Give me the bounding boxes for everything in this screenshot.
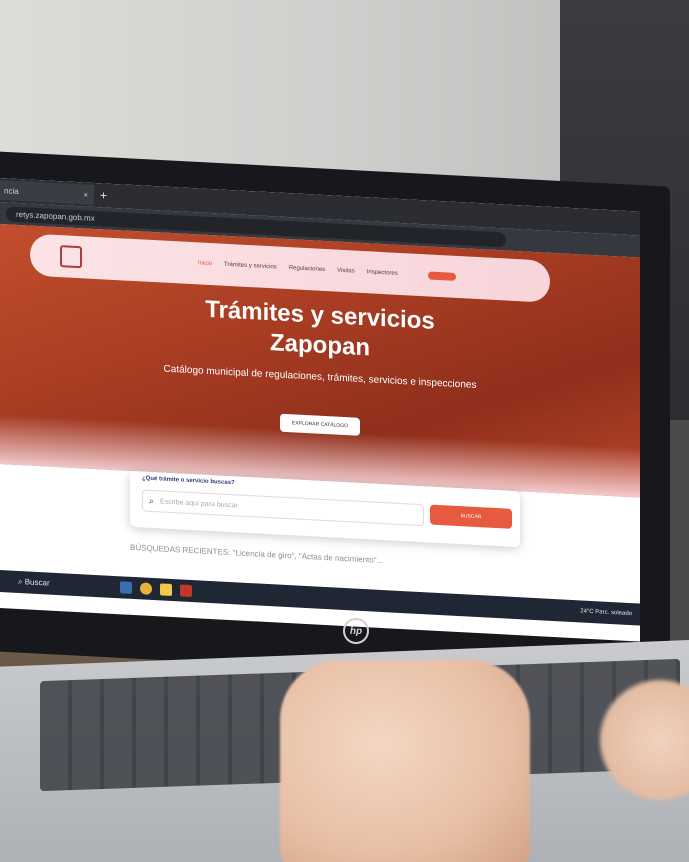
search-icon: ⌕ [149,495,155,506]
acrobat-icon[interactable] [179,584,192,598]
search-question: ¿Qué trámite o servicio buscas? [142,475,235,487]
search-button[interactable]: BUSCAR [430,504,512,529]
page-subtitle: Catálogo municipal de regulaciones, trám… [163,363,477,391]
search-placeholder: Escribe aquí para buscar [160,497,238,509]
web-page: Inicio Trámites y servicios Regulaciones… [0,224,640,618]
nav-links: Inicio Trámites y servicios Regulaciones… [198,260,398,276]
hp-logo: hp [343,618,369,644]
chrome-icon[interactable] [139,582,152,595]
page-title: Trámites y servicios Zapopan [0,284,640,378]
nav-link-regulaciones[interactable]: Regulaciones [289,265,325,273]
browser-tab[interactable]: ncia × [0,180,94,205]
nav-link-inicio[interactable]: Inicio [198,260,212,267]
laptop-screen: ncia × + retys.zapopan.gob.mx Inicio Trá… [0,178,640,642]
zapopan-logo-icon[interactable] [60,245,82,269]
nav-link-visitas[interactable]: Visitas [337,268,355,275]
taskbar-search-label: Buscar [24,577,50,588]
recent-searches: BÚSQUEDAS RECIENTES: "Licencia de giro",… [130,542,384,566]
tab-title: ncia [4,185,19,196]
close-icon[interactable]: × [77,190,94,200]
photo-scene: ncia × + retys.zapopan.gob.mx Inicio Trá… [0,0,689,862]
search-input[interactable]: ⌕ Escribe aquí para buscar [142,489,424,527]
explore-catalog-button[interactable]: EXPLORAR CATÁLOGO [280,413,361,436]
sticky-notes-icon[interactable] [159,583,172,596]
nav-link-tramites[interactable]: Trámites y servicios [224,262,277,271]
photoshop-icon[interactable] [119,581,132,594]
logo-text [88,258,138,261]
search-icon: ⌕ [18,576,23,587]
new-tab-icon[interactable]: + [100,188,107,202]
hand [280,660,530,862]
taskbar-search[interactable]: ⌕ Buscar [18,577,50,589]
taskbar-apps [119,581,192,598]
nav-cta-button[interactable] [427,271,456,281]
nav-link-inspectores[interactable]: Inspectores [367,269,398,277]
weather-widget[interactable]: 24°C Parc. soleado [580,608,632,617]
hero-banner: Inicio Trámites y servicios Regulaciones… [0,224,640,498]
